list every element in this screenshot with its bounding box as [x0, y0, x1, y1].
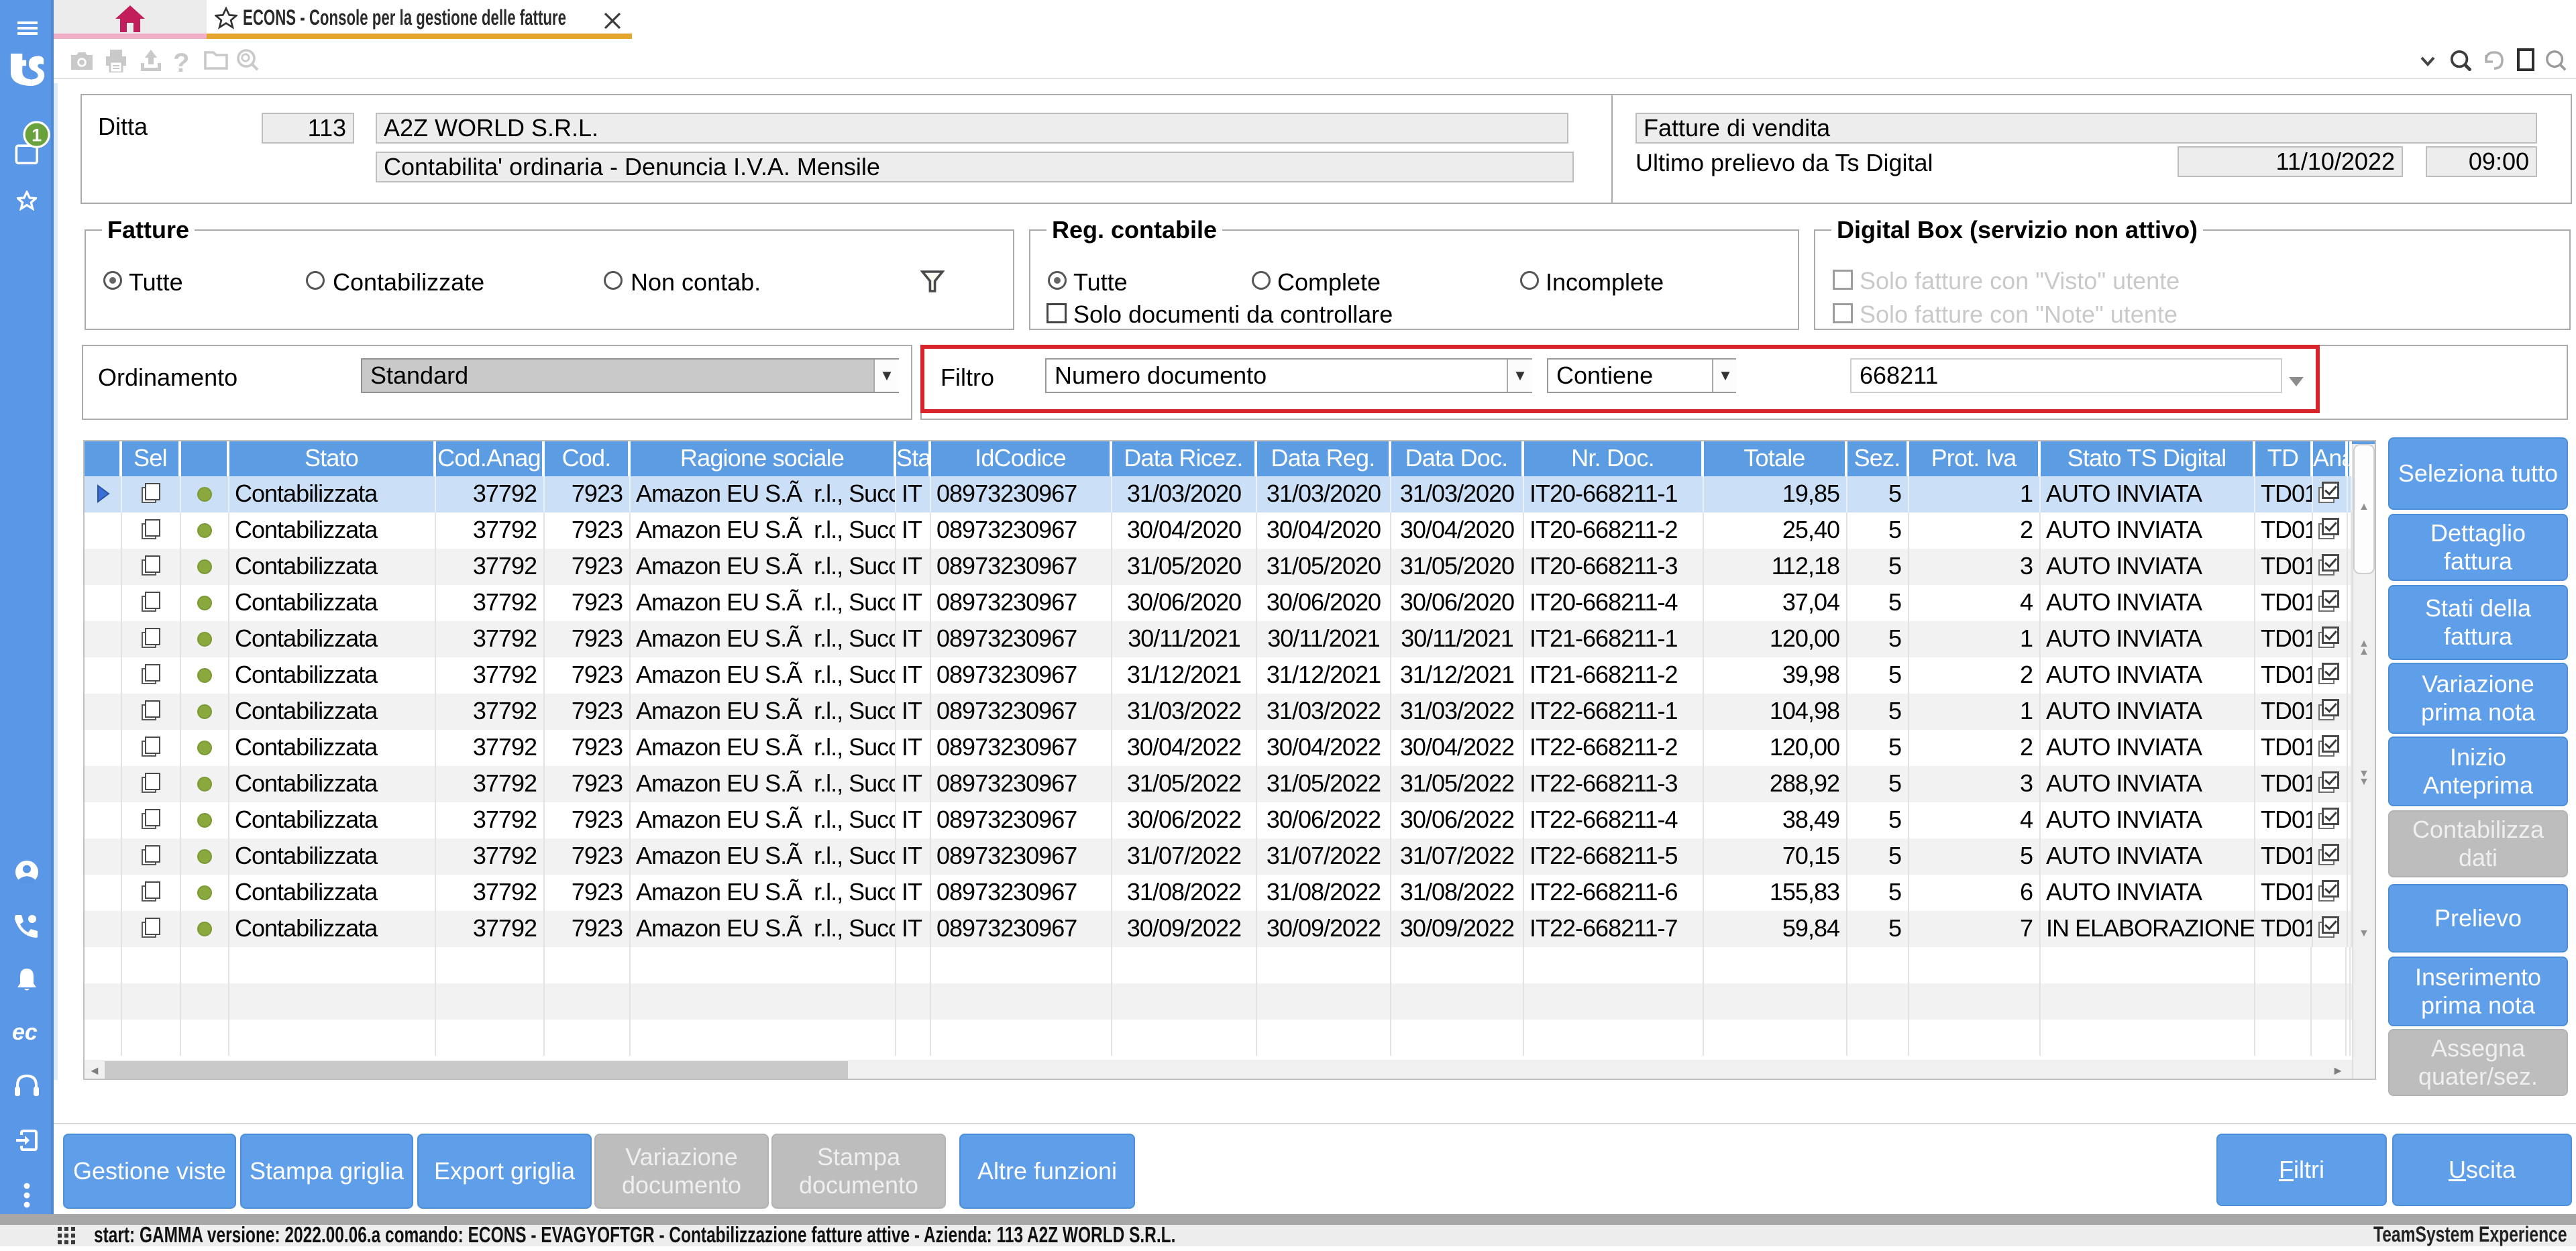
svg-text:1: 1 — [32, 125, 42, 145]
